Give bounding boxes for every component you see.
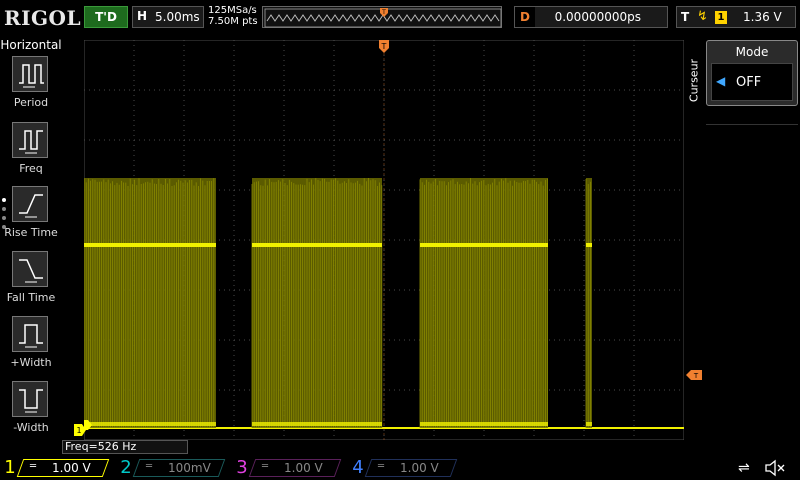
svg-text:T: T bbox=[693, 372, 699, 380]
measure-neg-width-label: -Width bbox=[0, 421, 62, 434]
memory-depth: 7.50M pts bbox=[208, 16, 258, 27]
channel-status-bar: 1 ═ 1.00 V 2 ═ 100mV 3 ═ 1.00 V 4 ═ 1.00… bbox=[0, 456, 800, 480]
timebase-label: H bbox=[137, 9, 149, 25]
delay-value: 0.00000000ps bbox=[555, 10, 641, 24]
measure-pos-width-label: +Width bbox=[0, 356, 62, 369]
channel3-scale: 1.00 V bbox=[284, 461, 323, 475]
fall-time-icon bbox=[12, 251, 48, 287]
cursor-tab-label: Curseur bbox=[688, 36, 701, 126]
trigger-level-arrow[interactable]: T bbox=[686, 365, 702, 375]
dc-coupling-icon: ═ bbox=[30, 461, 36, 472]
run-status-badge[interactable]: T'D bbox=[84, 6, 128, 28]
cursor-mode-value-box: ◀ OFF bbox=[711, 63, 793, 101]
rising-edge-icon: ↯ bbox=[697, 9, 708, 24]
measure-period-button[interactable]: Period bbox=[0, 56, 62, 118]
measure-menu: Horizontal Period Freq Rise Time Fall Ti… bbox=[0, 36, 62, 456]
neg-width-icon bbox=[12, 381, 48, 417]
cursor-mode-value: OFF bbox=[736, 75, 761, 90]
channel2-scale: 100mV bbox=[168, 461, 211, 475]
measure-rise-time-button[interactable]: Rise Time bbox=[0, 186, 62, 248]
cursor-tab[interactable]: Curseur bbox=[686, 38, 702, 128]
timebase-display[interactable]: H 5.00ms bbox=[132, 6, 204, 28]
channel1-scale: 1.00 V bbox=[52, 461, 91, 475]
dc-coupling-icon: ═ bbox=[146, 461, 152, 472]
measure-fall-time-label: Fall Time bbox=[0, 291, 62, 304]
period-icon bbox=[12, 56, 48, 92]
measure-neg-width-button[interactable]: -Width bbox=[0, 381, 62, 443]
measure-fall-time-button[interactable]: Fall Time bbox=[0, 251, 62, 313]
rise-time-icon bbox=[12, 186, 48, 222]
cursor-menu: Curseur Mode ◀ OFF bbox=[704, 38, 800, 458]
measure-rise-time-label: Rise Time bbox=[0, 226, 62, 239]
delay-label: D bbox=[515, 7, 535, 27]
dc-coupling-icon: ═ bbox=[378, 461, 384, 472]
waveform-display[interactable]: T bbox=[84, 40, 684, 440]
measure-pos-width-button[interactable]: +Width bbox=[0, 316, 62, 378]
usb-icon: ⇌ bbox=[738, 460, 750, 476]
trigger-label: T bbox=[681, 10, 689, 24]
delay-display[interactable]: D 0.00000000ps bbox=[514, 6, 668, 28]
trigger-level: 1.36 V bbox=[743, 10, 782, 24]
freq-icon bbox=[12, 122, 48, 158]
trigger-display[interactable]: T ↯ 1 1.36 V bbox=[676, 6, 796, 28]
menu-page-indicator[interactable] bbox=[1, 196, 7, 232]
menu-title: Horizontal bbox=[0, 38, 62, 52]
speaker-icon[interactable] bbox=[764, 459, 786, 477]
channel2-status[interactable]: 2 ═ 100mV bbox=[116, 456, 226, 480]
brand-logo: RIGOL bbox=[4, 6, 81, 30]
channel4-status[interactable]: 4 ═ 1.00 V bbox=[348, 456, 458, 480]
measure-freq-label: Freq bbox=[0, 162, 62, 175]
measure-freq-button[interactable]: Freq bbox=[0, 122, 62, 184]
cursor-mode-button[interactable]: Mode ◀ OFF bbox=[706, 40, 798, 106]
menu-divider bbox=[706, 124, 798, 125]
channel3-status[interactable]: 3 ═ 1.00 V bbox=[232, 456, 342, 480]
trigger-source: 1 bbox=[715, 11, 727, 24]
sample-rate: 125MSa/s bbox=[208, 5, 258, 16]
sample-info: 125MSa/s 7.50M pts bbox=[208, 5, 258, 27]
channel1-status[interactable]: 1 ═ 1.00 V bbox=[0, 456, 110, 480]
top-status-bar: RIGOL T'D H 5.00ms 125MSa/s 7.50M pts T … bbox=[0, 0, 800, 36]
svg-text:T: T bbox=[381, 42, 387, 51]
dc-coupling-icon: ═ bbox=[262, 461, 268, 472]
triangle-left-icon: ◀ bbox=[716, 74, 725, 88]
waveform-overview[interactable]: T bbox=[262, 6, 502, 28]
timebase-value: 5.00ms bbox=[155, 10, 200, 24]
pos-width-icon bbox=[12, 316, 48, 352]
measure-period-label: Period bbox=[0, 96, 62, 109]
svg-text:T: T bbox=[381, 9, 386, 16]
channel1-offset-marker[interactable]: 1 bbox=[74, 421, 86, 433]
frequency-measurement: Freq=526 Hz bbox=[62, 440, 188, 454]
svg-text:1: 1 bbox=[76, 426, 81, 435]
channel4-scale: 1.00 V bbox=[400, 461, 439, 475]
cursor-mode-title: Mode bbox=[707, 45, 797, 59]
burst-envelope bbox=[586, 178, 592, 428]
